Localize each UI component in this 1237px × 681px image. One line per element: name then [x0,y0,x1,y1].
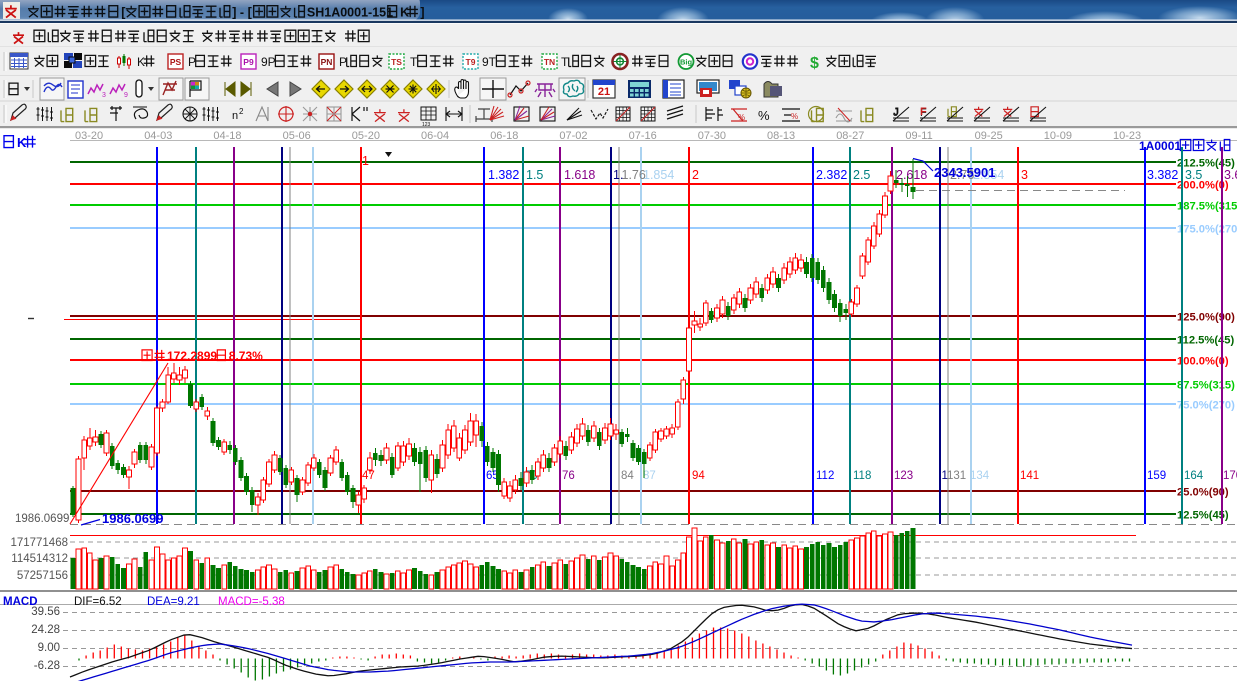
svg-text:3: 3 [102,92,106,99]
svg-text:F: F [920,106,927,118]
svg-text:3.6: 3.6 [1224,168,1237,182]
svg-text:47: 47 [362,470,375,482]
svg-text:%: % [738,113,745,122]
svg-text:118: 118 [853,470,871,482]
svg-text:1.618: 1.618 [564,168,595,182]
svg-text:134: 134 [970,470,990,482]
svg-text:DEA=9.21: DEA=9.21 [147,596,200,608]
svg-text:PN: PN [321,57,333,67]
svg-text:172.2899: 172.2899 [167,349,217,363]
svg-text:2: 2 [239,107,244,116]
svg-text:21: 21 [598,86,610,98]
svg-text:TS: TS [391,57,402,67]
svg-text:1986.0699: 1986.0699 [15,513,69,525]
svg-text:84: 84 [621,470,634,482]
svg-text:T: T [561,55,569,69]
svg-text:170: 170 [1223,470,1237,482]
svg-text:2.382: 2.382 [816,168,847,182]
svg-text:P9: P9 [243,57,254,67]
svg-text:112.5%(45): 112.5%(45) [1177,334,1234,346]
svg-text:57257156: 57257156 [17,570,68,582]
svg-text:123: 123 [894,470,913,482]
svg-text:24.28: 24.28 [31,624,60,636]
svg-text:] - [: ] - [ [232,6,252,20]
svg-text:1.382: 1.382 [488,168,519,182]
svg-text:8.73%: 8.73% [229,349,263,363]
svg-text:1.854: 1.854 [643,168,674,182]
svg-text:187.5%(315): 187.5%(315) [1177,200,1237,212]
svg-text:TN: TN [544,57,555,67]
svg-text:2: 2 [692,168,699,182]
svg-text:171771468: 171771468 [10,537,68,549]
svg-text:%: % [758,108,770,123]
svg-text:3.5: 3.5 [1185,168,1202,182]
svg-text:112: 112 [816,470,834,482]
svg-text:3: 3 [1021,168,1028,182]
svg-text:39.56: 39.56 [31,606,60,618]
svg-text:K: K [17,135,27,150]
svg-text:-6.28: -6.28 [34,660,60,672]
svg-text:164: 164 [1184,470,1204,482]
svg-text:2343.5901: 2343.5901 [934,165,995,180]
svg-text:175.0%(270): 175.0%(270) [1177,223,1237,235]
svg-text:159: 159 [1147,470,1166,482]
svg-text:K: K [137,55,145,69]
svg-text:%: % [791,112,798,121]
svg-text:MACD=-5.38: MACD=-5.38 [218,596,285,608]
svg-text:PS: PS [170,57,182,67]
svg-text:]: ] [420,6,424,20]
svg-text:75.0%(270): 75.0%(270) [1177,399,1235,411]
svg-text:SH1A0001-151: SH1A0001-151 [307,6,393,20]
svg-text:141: 141 [1020,470,1039,482]
svg-text:125.0%(90): 125.0%(90) [1177,311,1235,323]
svg-text:T9: T9 [466,57,476,67]
svg-text:1: 1 [362,154,369,168]
svg-text:9T: 9T [482,55,497,69]
svg-text:2.618: 2.618 [896,168,927,182]
svg-text:131: 131 [947,470,966,482]
svg-text:87.5%(315): 87.5%(315) [1177,379,1235,391]
svg-text:J: J [893,106,899,118]
svg-text:T: T [410,55,418,69]
svg-text:$: $ [810,55,819,72]
svg-text:9.00: 9.00 [38,642,60,654]
svg-text:76: 76 [562,470,575,482]
svg-text:9P: 9P [261,55,276,69]
svg-text:P: P [339,55,347,69]
svg-text:1.5: 1.5 [526,168,543,182]
svg-text:94: 94 [692,470,705,482]
svg-text:2.5: 2.5 [853,168,870,182]
svg-text:3.382: 3.382 [1147,168,1178,182]
svg-text:9: 9 [124,92,128,99]
svg-text:n: n [232,110,238,122]
svg-text:K: K [400,6,409,20]
svg-text:Big: Big [680,58,693,67]
svg-text:DIF=6.52: DIF=6.52 [74,596,122,608]
svg-text:87: 87 [643,470,656,482]
svg-text:114514312: 114514312 [11,553,68,565]
svg-text:P: P [188,55,196,69]
svg-text:1986.0699: 1986.0699 [102,511,163,526]
